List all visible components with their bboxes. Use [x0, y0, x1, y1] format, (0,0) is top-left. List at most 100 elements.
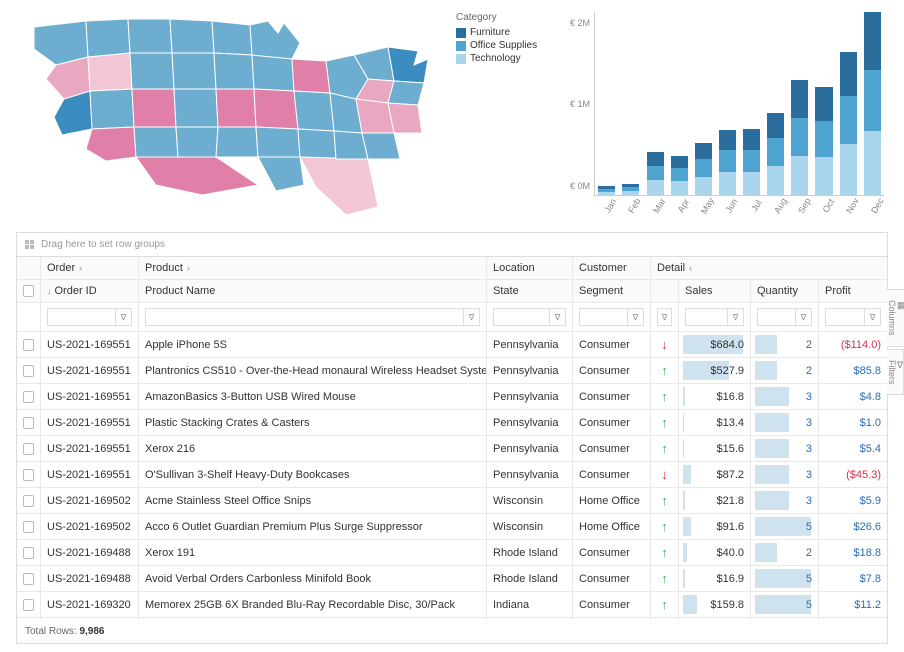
table-row[interactable]: US-2021-169488Xerox 191Rhode IslandConsu…	[17, 540, 887, 566]
arrow-down-icon: ↓	[661, 337, 668, 352]
filter-order-id[interactable]	[47, 308, 116, 326]
table-row[interactable]: US-2021-169551AmazonBasics 3-Button USB …	[17, 384, 887, 410]
cell-product-name: Acme Stainless Steel Office Snips	[139, 488, 487, 513]
row-checkbox[interactable]	[23, 599, 34, 611]
col-group-product[interactable]: Product›	[139, 257, 487, 279]
header-product-name[interactable]: Product Name	[139, 280, 487, 302]
cell-order-id: US-2021-169551	[41, 384, 139, 409]
table-row[interactable]: US-2021-169502Acco 6 Outlet Guardian Pre…	[17, 514, 887, 540]
cell-checkbox	[17, 618, 41, 620]
row-checkbox[interactable]	[23, 417, 34, 429]
bar-segment	[743, 129, 760, 150]
header-detail[interactable]	[651, 280, 679, 302]
legend-item[interactable]: Technology	[456, 53, 566, 64]
filter-quantity[interactable]	[757, 308, 796, 326]
col-group-order[interactable]: Order›	[41, 257, 139, 279]
table-row[interactable]: US-2021-169502Acme Stainless Steel Offic…	[17, 488, 887, 514]
grid-body[interactable]: US-2021-169551Apple iPhone 5SPennsylvani…	[17, 332, 887, 620]
y-axis: € 0M€ 1M€ 2M	[566, 8, 594, 196]
table-row[interactable]: US-2021-169320Memorex 25GB 6X Branded Bl…	[17, 592, 887, 618]
bar-group[interactable]	[647, 12, 664, 195]
cell-profit: $5.5	[819, 618, 887, 620]
bar-group[interactable]	[671, 12, 688, 195]
header-checkbox[interactable]	[17, 280, 41, 302]
cell-quantity: 5	[751, 514, 819, 539]
row-checkbox[interactable]	[23, 443, 34, 455]
bar-group[interactable]	[840, 12, 857, 195]
cell-profit: ($114.0)	[819, 332, 887, 357]
us-map[interactable]	[16, 8, 436, 220]
filter-segment[interactable]	[579, 308, 628, 326]
filter-menu-button[interactable]: ∇	[464, 308, 480, 326]
cell-state: Wisconsin	[487, 514, 573, 539]
cell-checkbox	[17, 514, 41, 539]
col-group-location[interactable]: Location	[487, 257, 573, 279]
x-tick: Dec	[865, 194, 894, 221]
row-checkbox[interactable]	[23, 495, 34, 507]
filter-menu-button[interactable]: ∇	[796, 308, 812, 326]
row-checkbox[interactable]	[23, 339, 34, 351]
filter-menu-button[interactable]: ∇	[116, 308, 132, 326]
cell-segment: Consumer	[573, 384, 651, 409]
cell-checkbox	[17, 488, 41, 513]
cell-direction: ↑	[651, 436, 679, 461]
row-group-drop-zone[interactable]: Drag here to set row groups	[17, 233, 887, 257]
row-checkbox[interactable]	[23, 391, 34, 403]
bar-fill	[683, 439, 684, 458]
table-row[interactable]: US-2021-169488Avoid Verbal Orders Carbon…	[17, 566, 887, 592]
bar-group[interactable]	[864, 12, 881, 195]
filter-menu-button[interactable]: ∇	[728, 308, 744, 326]
table-row[interactable]: US-2021-169320Quartet Omega Colored Chal…	[17, 618, 887, 620]
bar-group[interactable]	[815, 12, 832, 195]
cell-state: Pennsylvania	[487, 410, 573, 435]
row-checkbox[interactable]	[23, 547, 34, 559]
cell-segment: Home Office	[573, 488, 651, 513]
filter-state[interactable]	[493, 308, 550, 326]
cell-sales: $16.9	[679, 566, 751, 591]
bar-group[interactable]	[767, 12, 784, 195]
filter-menu-button[interactable]: ∇	[550, 308, 566, 326]
cell-profit: $1.0	[819, 410, 887, 435]
legend-item[interactable]: Furniture	[456, 27, 566, 38]
row-checkbox[interactable]	[23, 573, 34, 585]
row-checkbox[interactable]	[23, 365, 34, 377]
filter-product-name[interactable]	[145, 308, 464, 326]
bar-group[interactable]	[791, 12, 808, 195]
bar-fill	[755, 387, 789, 406]
header-sales[interactable]: Sales	[679, 280, 751, 302]
header-profit[interactable]: Profit	[819, 280, 887, 302]
filter-menu-button[interactable]: ∇	[865, 308, 881, 326]
bar-segment	[647, 166, 664, 180]
bar-group[interactable]	[695, 12, 712, 195]
row-checkbox[interactable]	[23, 521, 34, 533]
table-row[interactable]: US-2021-169551Xerox 216PennsylvaniaConsu…	[17, 436, 887, 462]
table-row[interactable]: US-2021-169551Plastic Stacking Crates & …	[17, 410, 887, 436]
table-row[interactable]: US-2021-169551Plantronics CS510 - Over-t…	[17, 358, 887, 384]
filter-menu-button[interactable]: ∇	[628, 308, 644, 326]
cell-state: Rhode Island	[487, 566, 573, 591]
cell-checkbox	[17, 566, 41, 591]
col-group-customer[interactable]: Customer	[573, 257, 651, 279]
bar-fill	[683, 465, 691, 484]
cell-sales: $40.0	[679, 540, 751, 565]
header-order-id[interactable]: ↓Order ID	[41, 280, 139, 302]
legend-item[interactable]: Office Supplies	[456, 40, 566, 51]
filter-sales[interactable]	[685, 308, 728, 326]
bar-group[interactable]	[743, 12, 760, 195]
bar-group[interactable]	[719, 12, 736, 195]
header-segment[interactable]: Segment	[573, 280, 651, 302]
arrow-up-icon: ↑	[661, 519, 668, 534]
filter-menu-button[interactable]: ∇	[657, 308, 672, 326]
bar-group[interactable]	[598, 12, 615, 195]
side-tab-filters[interactable]: ∇Filters	[887, 349, 904, 396]
side-tab-columns[interactable]: ▦Columns	[887, 289, 904, 347]
bar-group[interactable]	[622, 12, 639, 195]
filter-profit[interactable]	[825, 308, 865, 326]
table-row[interactable]: US-2021-169551O'Sullivan 3-Shelf Heavy-D…	[17, 462, 887, 488]
col-group-detail[interactable]: Detail‹	[651, 257, 887, 279]
row-checkbox[interactable]	[23, 469, 34, 481]
header-quantity[interactable]: Quantity	[751, 280, 819, 302]
table-row[interactable]: US-2021-169551Apple iPhone 5SPennsylvani…	[17, 332, 887, 358]
header-state[interactable]: State	[487, 280, 573, 302]
bar-segment	[695, 143, 712, 159]
